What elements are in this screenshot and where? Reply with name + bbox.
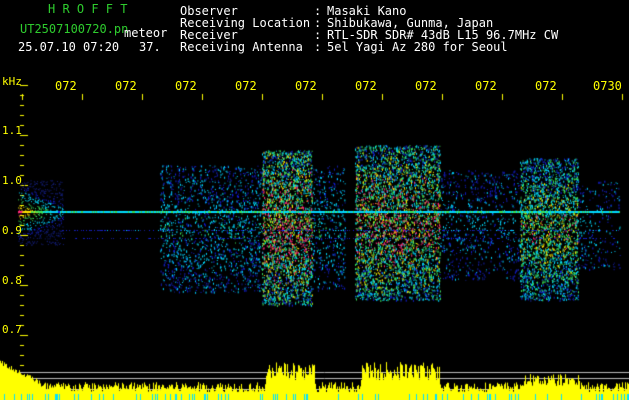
x-tick-label: 072 xyxy=(295,79,317,93)
info-label-antenna: Receiving Antenna xyxy=(180,40,303,54)
mode-label: meteor xyxy=(124,26,168,40)
y-tick-label: 0.9 xyxy=(2,224,22,237)
count-label: 37. xyxy=(139,40,161,54)
x-tick-label: 072 xyxy=(175,79,197,93)
y-tick-label: 0.7 xyxy=(2,323,22,336)
x-tick-label: 072 xyxy=(475,79,497,93)
x-tick-label: 072 xyxy=(55,79,77,93)
y-tick-label: 1.1 xyxy=(2,124,22,137)
x-tick-label: 072 xyxy=(235,79,257,93)
x-tick-label: 072 xyxy=(535,79,557,93)
spectrogram-canvas xyxy=(0,0,629,400)
info-value-antenna: 5el Yagi Az 280 for Seoul xyxy=(327,40,508,54)
program-title: H R O F F T xyxy=(48,2,128,16)
y-tick-label: 1.0 xyxy=(2,174,22,187)
info-sep: : xyxy=(314,40,322,54)
x-tick-label: 072 xyxy=(355,79,377,93)
x-tick-label: 072 xyxy=(415,79,437,93)
datetime-label: 25.07.10 07:20 xyxy=(18,40,120,54)
x-tick-label: 0730 xyxy=(593,79,622,93)
filename-label: UT2507100720.pn xyxy=(20,22,129,36)
y-unit-label: kHz xyxy=(2,75,22,88)
x-tick-label: 072 xyxy=(115,79,137,93)
y-tick-label: 0.6 xyxy=(2,373,22,386)
y-tick-label: 0.8 xyxy=(2,274,22,287)
